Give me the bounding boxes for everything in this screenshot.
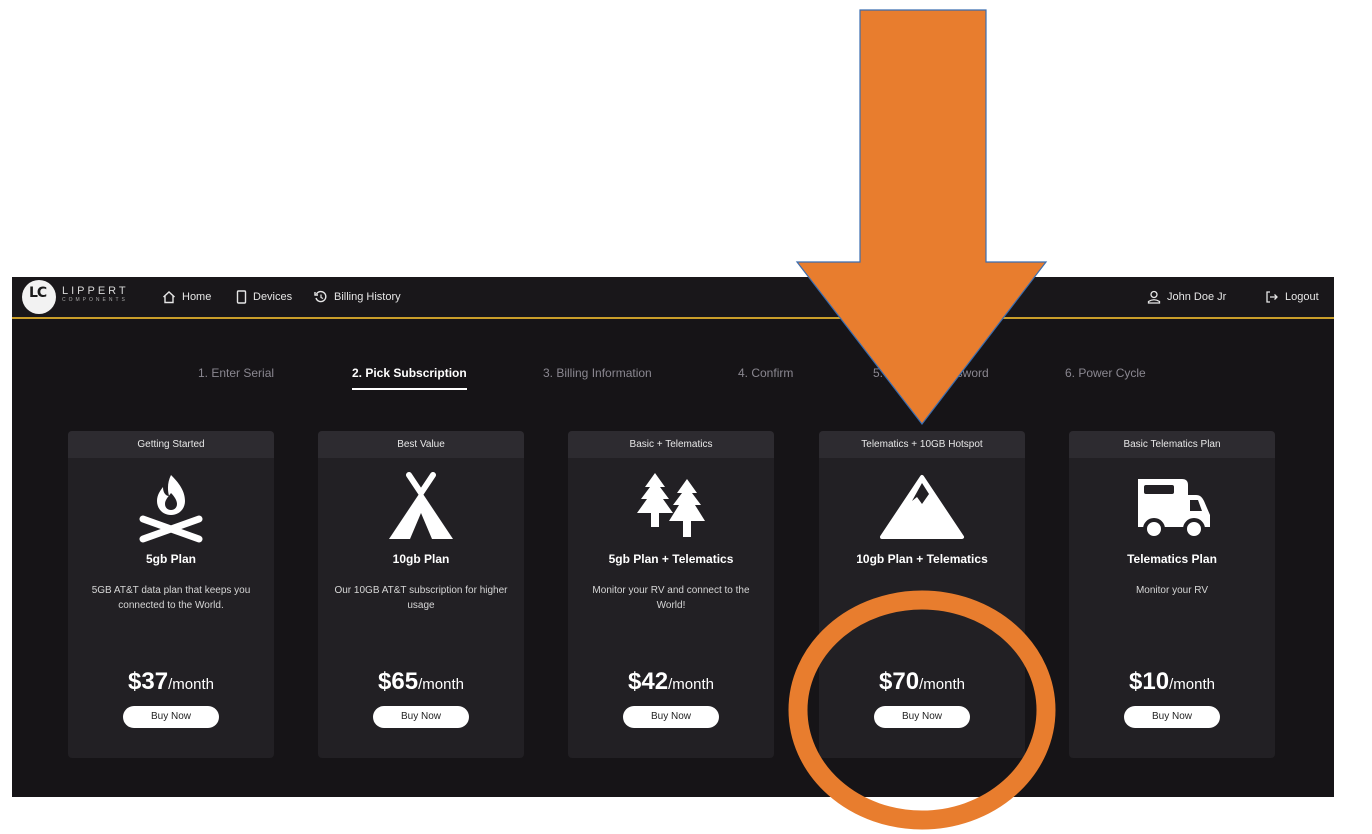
plan-description: Monitor your RV and connect to the World… <box>592 585 750 611</box>
plan-name: 10gb Plan <box>392 552 450 566</box>
buy-now-button[interactable]: Buy Now <box>623 706 719 728</box>
nav-home[interactable]: Home <box>162 288 211 306</box>
price-unit: /month <box>418 676 464 693</box>
plan-card-telematics: Basic Telematics Plan Telematics Plan Mo… <box>1069 431 1275 758</box>
buy-now-button[interactable]: Buy Now <box>373 706 469 728</box>
plan-card-5gb-telematics: Basic + Telematics 5gb Plan + Telematics… <box>568 431 774 758</box>
step-power-cycle[interactable]: 6. Power Cycle <box>1065 366 1146 380</box>
user-icon <box>1147 290 1161 304</box>
price-unit: /month <box>168 676 214 693</box>
brand-subtitle: COMPONENTS <box>62 297 128 303</box>
plan-price: $42/month <box>568 668 774 696</box>
price-amount: $65 <box>378 668 419 695</box>
nav-billing-history[interactable]: Billing History <box>314 288 401 306</box>
plan-card-5gb: Getting Started 5gb Plan 5GB AT&T data p… <box>68 431 274 758</box>
buy-now-button[interactable]: Buy Now <box>874 706 970 728</box>
plan-name: Telematics Plan <box>1127 552 1217 566</box>
step-enter-serial[interactable]: 1. Enter Serial <box>198 366 274 380</box>
plan-name: 5gb Plan + Telematics <box>608 552 734 566</box>
brand-name: LIPPERT <box>62 285 129 297</box>
campfire-icon <box>68 471 274 543</box>
plan-card-header: Basic + Telematics <box>568 431 774 458</box>
top-navbar: LC LIPPERT COMPONENTS Home Devices Billi… <box>12 277 1334 319</box>
active-step-underline <box>352 388 467 390</box>
price-amount: $70 <box>879 668 920 695</box>
user-name: John Doe Jr <box>1167 291 1227 303</box>
nav-home-label: Home <box>182 291 212 303</box>
brand-logo-mark: LC <box>29 285 47 301</box>
buy-now-button[interactable]: Buy Now <box>123 706 219 728</box>
mountain-icon <box>819 471 1025 543</box>
step-change-password[interactable]: 5. Cha <box>873 366 908 380</box>
nav-devices[interactable]: Devices <box>236 288 292 306</box>
plan-price: $65/month <box>318 668 524 696</box>
trees-icon <box>568 471 774 543</box>
logout-icon <box>1266 291 1278 303</box>
price-amount: $42 <box>628 668 669 695</box>
brand-text: LIPPERT COMPONENTS <box>62 285 129 304</box>
nav-devices-label: Devices <box>253 291 293 303</box>
price-amount: $10 <box>1129 668 1170 695</box>
step-billing-information[interactable]: 3. Billing Information <box>543 366 652 380</box>
app-window: LC LIPPERT COMPONENTS Home Devices Billi… <box>12 277 1334 797</box>
device-icon <box>236 290 247 304</box>
logout-button[interactable]: Logout <box>1265 288 1319 306</box>
step-confirm[interactable]: 4. Confirm <box>738 366 793 380</box>
plan-description: 5GB AT&T data plan that keeps you connec… <box>91 585 251 611</box>
buy-now-button[interactable]: Buy Now <box>1124 706 1220 728</box>
plan-name: 5gb Plan <box>145 552 196 566</box>
plan-price: $37/month <box>68 668 274 696</box>
logout-label: Logout <box>1285 291 1319 303</box>
nav-billing-history-label: Billing History <box>334 291 401 303</box>
step-change-password-tail: assword <box>944 366 989 380</box>
price-unit: /month <box>1169 676 1215 693</box>
price-amount: $37 <box>128 668 169 695</box>
plan-card-header: Getting Started <box>68 431 274 458</box>
plan-card-10gb-telematics: Telematics + 10GB Hotspot 10gb Plan + Te… <box>819 431 1025 758</box>
brand-logo[interactable]: LC <box>22 280 56 314</box>
plan-description: Monitor your RV <box>1135 585 1209 596</box>
plan-name: 10gb Plan + Telematics <box>856 552 988 566</box>
checkout-stepper: 1. Enter Serial 2. Pick Subscription 3. … <box>12 362 1334 392</box>
plan-card-header: Basic Telematics Plan <box>1069 431 1275 458</box>
step-pick-subscription[interactable]: 2. Pick Subscription <box>352 366 467 380</box>
plan-price: $70/month <box>819 668 1025 696</box>
plan-card-header: Telematics + 10GB Hotspot <box>819 431 1025 458</box>
user-menu[interactable]: John Doe Jr <box>1147 288 1226 306</box>
plan-card-header: Best Value <box>318 431 524 458</box>
home-icon <box>163 291 175 304</box>
tent-icon <box>318 471 524 543</box>
price-unit: /month <box>668 676 714 693</box>
plan-description: Our 10GB AT&T subscription for higher us… <box>334 585 508 611</box>
plan-card-10gb: Best Value 10gb Plan Our 10GB AT&T subsc… <box>318 431 524 758</box>
history-icon <box>314 290 327 303</box>
plan-price: $10/month <box>1069 668 1275 696</box>
price-unit: /month <box>919 676 965 693</box>
rv-icon <box>1069 471 1275 543</box>
